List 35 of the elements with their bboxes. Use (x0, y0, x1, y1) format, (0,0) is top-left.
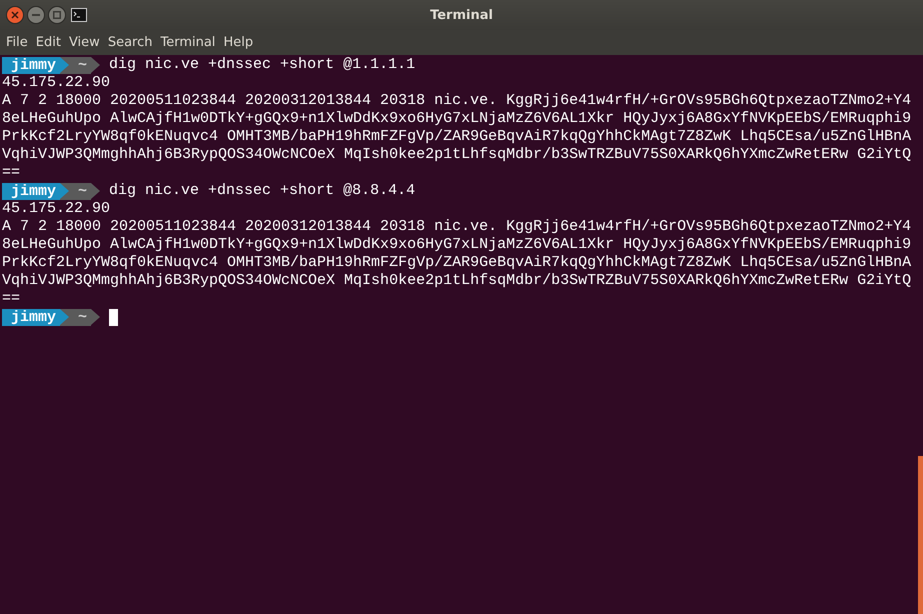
command-text: dig nic.ve +dnssec +short @8.8.4.4 (109, 182, 416, 200)
minimize-icon (32, 14, 40, 16)
output-line: PrkKcf2LryYW8qf0kENuqvc4 OMHT3MB/baPH19hRmFZFgVp/ZAR9GeBqvAiR7kqQgYhhCkMAgt7Z8ZwK Lhq5CEsa/u5ZnGlHBnA (2, 128, 912, 146)
menu-item[interactable]: Edit (32, 35, 65, 50)
minimize-button[interactable] (27, 6, 45, 24)
close-icon (11, 11, 19, 19)
directory-segment: ~ (69, 56, 100, 74)
scrollbar[interactable] (918, 456, 923, 614)
output-line: 45.175.22.90 (2, 200, 110, 218)
close-button[interactable] (6, 6, 24, 24)
username-segment: jimmy (2, 308, 70, 326)
output-line: A 7 2 18000 20200511023844 20200312013844 20318 nic.ve. KggRjj6e41w4rfH/+GrOVs95BGh6QtpxezaoTZNmo2+Y4 (2, 218, 912, 236)
username-segment: jimmy (2, 182, 70, 200)
output-line: VqhiVJWP3QMmghhAhj6B3RypQOS34OWcNCOeX MqIsh0kee2p1tLhfsqMdbr/b3SwTRZBuV75S0XARkQ6hYXmcZwRetERw G2iYtQ (2, 272, 912, 290)
output-line: A 7 2 18000 20200511023844 20200312013844 20318 nic.ve. KggRjj6e41w4rfH/+GrOVs95BGh6QtpxezaoTZNmo2+Y4 (2, 92, 912, 110)
menu-item[interactable]: Search (104, 35, 156, 50)
directory-segment: ~ (69, 182, 100, 200)
terminal-icon (71, 8, 87, 22)
window-title: Terminal (430, 8, 493, 22)
menu-item[interactable]: Terminal (156, 35, 220, 50)
maximize-icon (53, 11, 61, 19)
output-line: PrkKcf2LryYW8qf0kENuqvc4 OMHT3MB/baPH19hRmFZFgVp/ZAR9GeBqvAiR7kqQgYhhCkMAgt7Z8ZwK Lhq5CEsa/u5ZnGlHBnA (2, 254, 912, 272)
output-line: == (2, 290, 20, 308)
output-line: 45.175.22.90 (2, 74, 110, 92)
menu-item[interactable]: View (64, 35, 104, 50)
maximize-button[interactable] (48, 6, 66, 24)
menu-item[interactable]: Help (219, 35, 258, 50)
output-line: == (2, 164, 20, 182)
output-line: 8eLHeGuhUpo AlwCAjfH1w0DTkY+gGQx9+n1XlwDdKx9xo6HyG7xLNjaMzZ6V6AL1Xkr HQyJyxj6A8GxYfNVKpEEbS/EMRuqphi9 (2, 236, 912, 254)
output-line: VqhiVJWP3QMmghhAhj6B3RypQOS34OWcNCOeX MqIsh0kee2p1tLhfsqMdbr/b3SwTRZBuV75S0XARkQ6hYXmcZwRetERw G2iYtQ (2, 146, 912, 164)
output-line: 8eLHeGuhUpo AlwCAjfH1w0DTkY+gGQx9+n1XlwDdKx9xo6HyG7xLNjaMzZ6V6AL1Xkr HQyJyxj6A8GxYfNVKpEEbS/EMRuqphi9 (2, 110, 912, 128)
username-segment: jimmy (2, 56, 70, 74)
menu-item[interactable]: File (2, 35, 32, 50)
directory-segment: ~ (69, 308, 100, 326)
command-text: dig nic.ve +dnssec +short @1.1.1.1 (109, 56, 416, 74)
